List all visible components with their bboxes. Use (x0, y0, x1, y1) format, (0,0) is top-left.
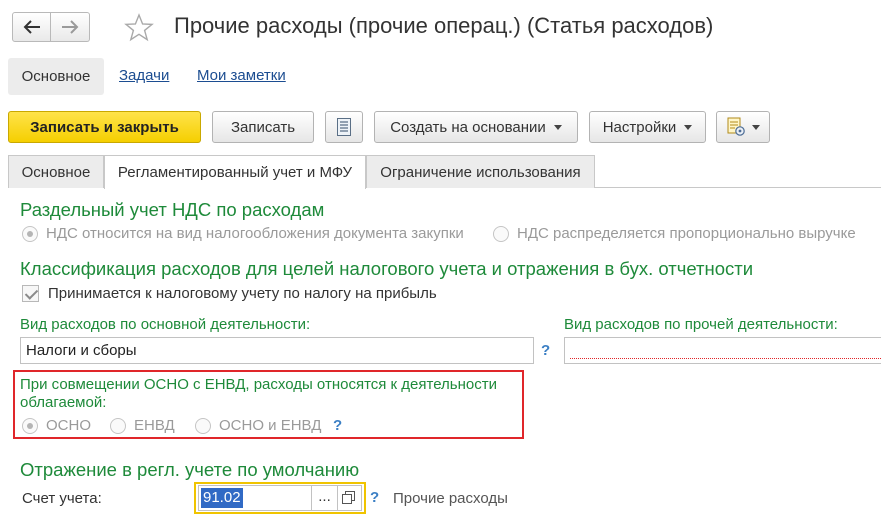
vat-option-purchase-doc-label: НДС относится на вид налогообложения док… (46, 225, 464, 242)
star-outline-icon (124, 13, 154, 42)
envd-option-osno-label: ОСНО (46, 417, 91, 434)
vat-option-proportional-label: НДС распределяется пропорционально выруч… (517, 225, 856, 242)
checkbox-checked-icon (22, 285, 39, 302)
settings-label: Настройки (602, 118, 677, 136)
back-button[interactable] (12, 12, 51, 42)
subnav-notes-link[interactable]: Мои заметки (197, 67, 286, 84)
arrow-right-icon (62, 20, 79, 34)
arrow-left-icon (23, 20, 40, 34)
envd-option-both-label: ОСНО и ЕНВД (219, 417, 322, 434)
report-menu-button[interactable] (716, 111, 770, 143)
report-gear-icon (727, 117, 745, 136)
tab-usage-restriction[interactable]: Ограничение использования (366, 155, 595, 188)
envd-text-line2: облагаемой: (20, 394, 107, 411)
create-based-on-label: Создать на основании (390, 118, 546, 136)
tab-regulated-accounting-label: Регламентированный учет и МФУ (117, 164, 353, 181)
account-label: Счет учета: (22, 490, 102, 507)
chevron-down-icon (684, 124, 693, 130)
save-and-close-button[interactable]: Записать и закрыть (8, 111, 201, 143)
main-activity-help[interactable]: ? (541, 342, 550, 359)
window-title: Прочие расходы (прочие операц.) (Статья … (174, 13, 714, 38)
profit-tax-checkbox[interactable]: Принимается к налоговому учету по налогу… (22, 285, 437, 302)
forward-button[interactable] (51, 12, 90, 42)
document-list-icon (337, 118, 351, 136)
tab-usage-restriction-label: Ограничение использования (380, 163, 581, 181)
subnav-main[interactable]: Основное (8, 58, 104, 95)
document-list-button[interactable] (325, 111, 363, 143)
tab-main-label: Основное (21, 163, 91, 181)
vat-option-purchase-doc[interactable]: НДС относится на вид налогообложения док… (22, 225, 464, 242)
envd-option-osno[interactable]: ОСНО (22, 417, 91, 434)
radio-empty-icon (493, 225, 509, 242)
envd-help[interactable]: ? (333, 417, 342, 434)
account-help[interactable]: ? (370, 489, 379, 506)
main-activity-label: Вид расходов по основной деятельности: (20, 316, 311, 333)
classification-section-heading: Классификация расходов для целей налогов… (20, 258, 754, 279)
save-and-close-label: Записать и закрыть (30, 118, 179, 136)
required-field-underline (570, 358, 881, 359)
field-divider (337, 486, 338, 510)
radio-selected-icon (22, 225, 38, 242)
main-activity-input[interactable]: Налоги и сборы (20, 337, 534, 364)
favorite-button[interactable] (123, 12, 155, 47)
envd-option-both[interactable]: ОСНО и ЕНВД (195, 417, 321, 434)
profit-tax-checkbox-label: Принимается к налоговому учету по налогу… (48, 285, 437, 302)
save-label: Записать (230, 118, 296, 136)
radio-empty-icon (110, 417, 126, 434)
tab-main[interactable]: Основное (8, 155, 104, 188)
vat-section-heading: Раздельный учет НДС по расходам (20, 199, 325, 220)
chevron-down-icon (752, 124, 760, 130)
tab-regulated-accounting[interactable]: Регламентированный учет и МФУ (104, 155, 366, 189)
account-open-button[interactable] (342, 491, 355, 508)
account-select-button[interactable]: ... (312, 487, 337, 509)
create-based-on-button[interactable]: Создать на основании (374, 111, 578, 143)
vat-option-proportional[interactable]: НДС распределяется пропорционально выруч… (493, 225, 856, 242)
radio-empty-icon (195, 417, 211, 434)
account-name: Прочие расходы (393, 490, 508, 507)
chevron-down-icon (553, 124, 562, 130)
account-value[interactable]: 91.02 (201, 488, 243, 508)
save-button[interactable]: Записать (212, 111, 314, 143)
account-field[interactable]: 91.02 ... (198, 485, 362, 511)
other-activity-input[interactable] (564, 337, 881, 364)
envd-option-envd-label: ЕНВД (134, 417, 175, 434)
radio-selected-icon (22, 417, 38, 434)
open-copy-icon (342, 491, 355, 504)
envd-option-envd[interactable]: ЕНВД (110, 417, 175, 434)
accounting-section-heading: Отражение в регл. учете по умолчанию (20, 459, 360, 480)
subnav-tasks-link[interactable]: Задачи (119, 67, 169, 84)
envd-text-line1: При совмещении ОСНО с ЕНВД, расходы отно… (20, 376, 497, 393)
settings-button[interactable]: Настройки (589, 111, 706, 143)
other-activity-label: Вид расходов по прочей деятельности: (564, 316, 838, 333)
